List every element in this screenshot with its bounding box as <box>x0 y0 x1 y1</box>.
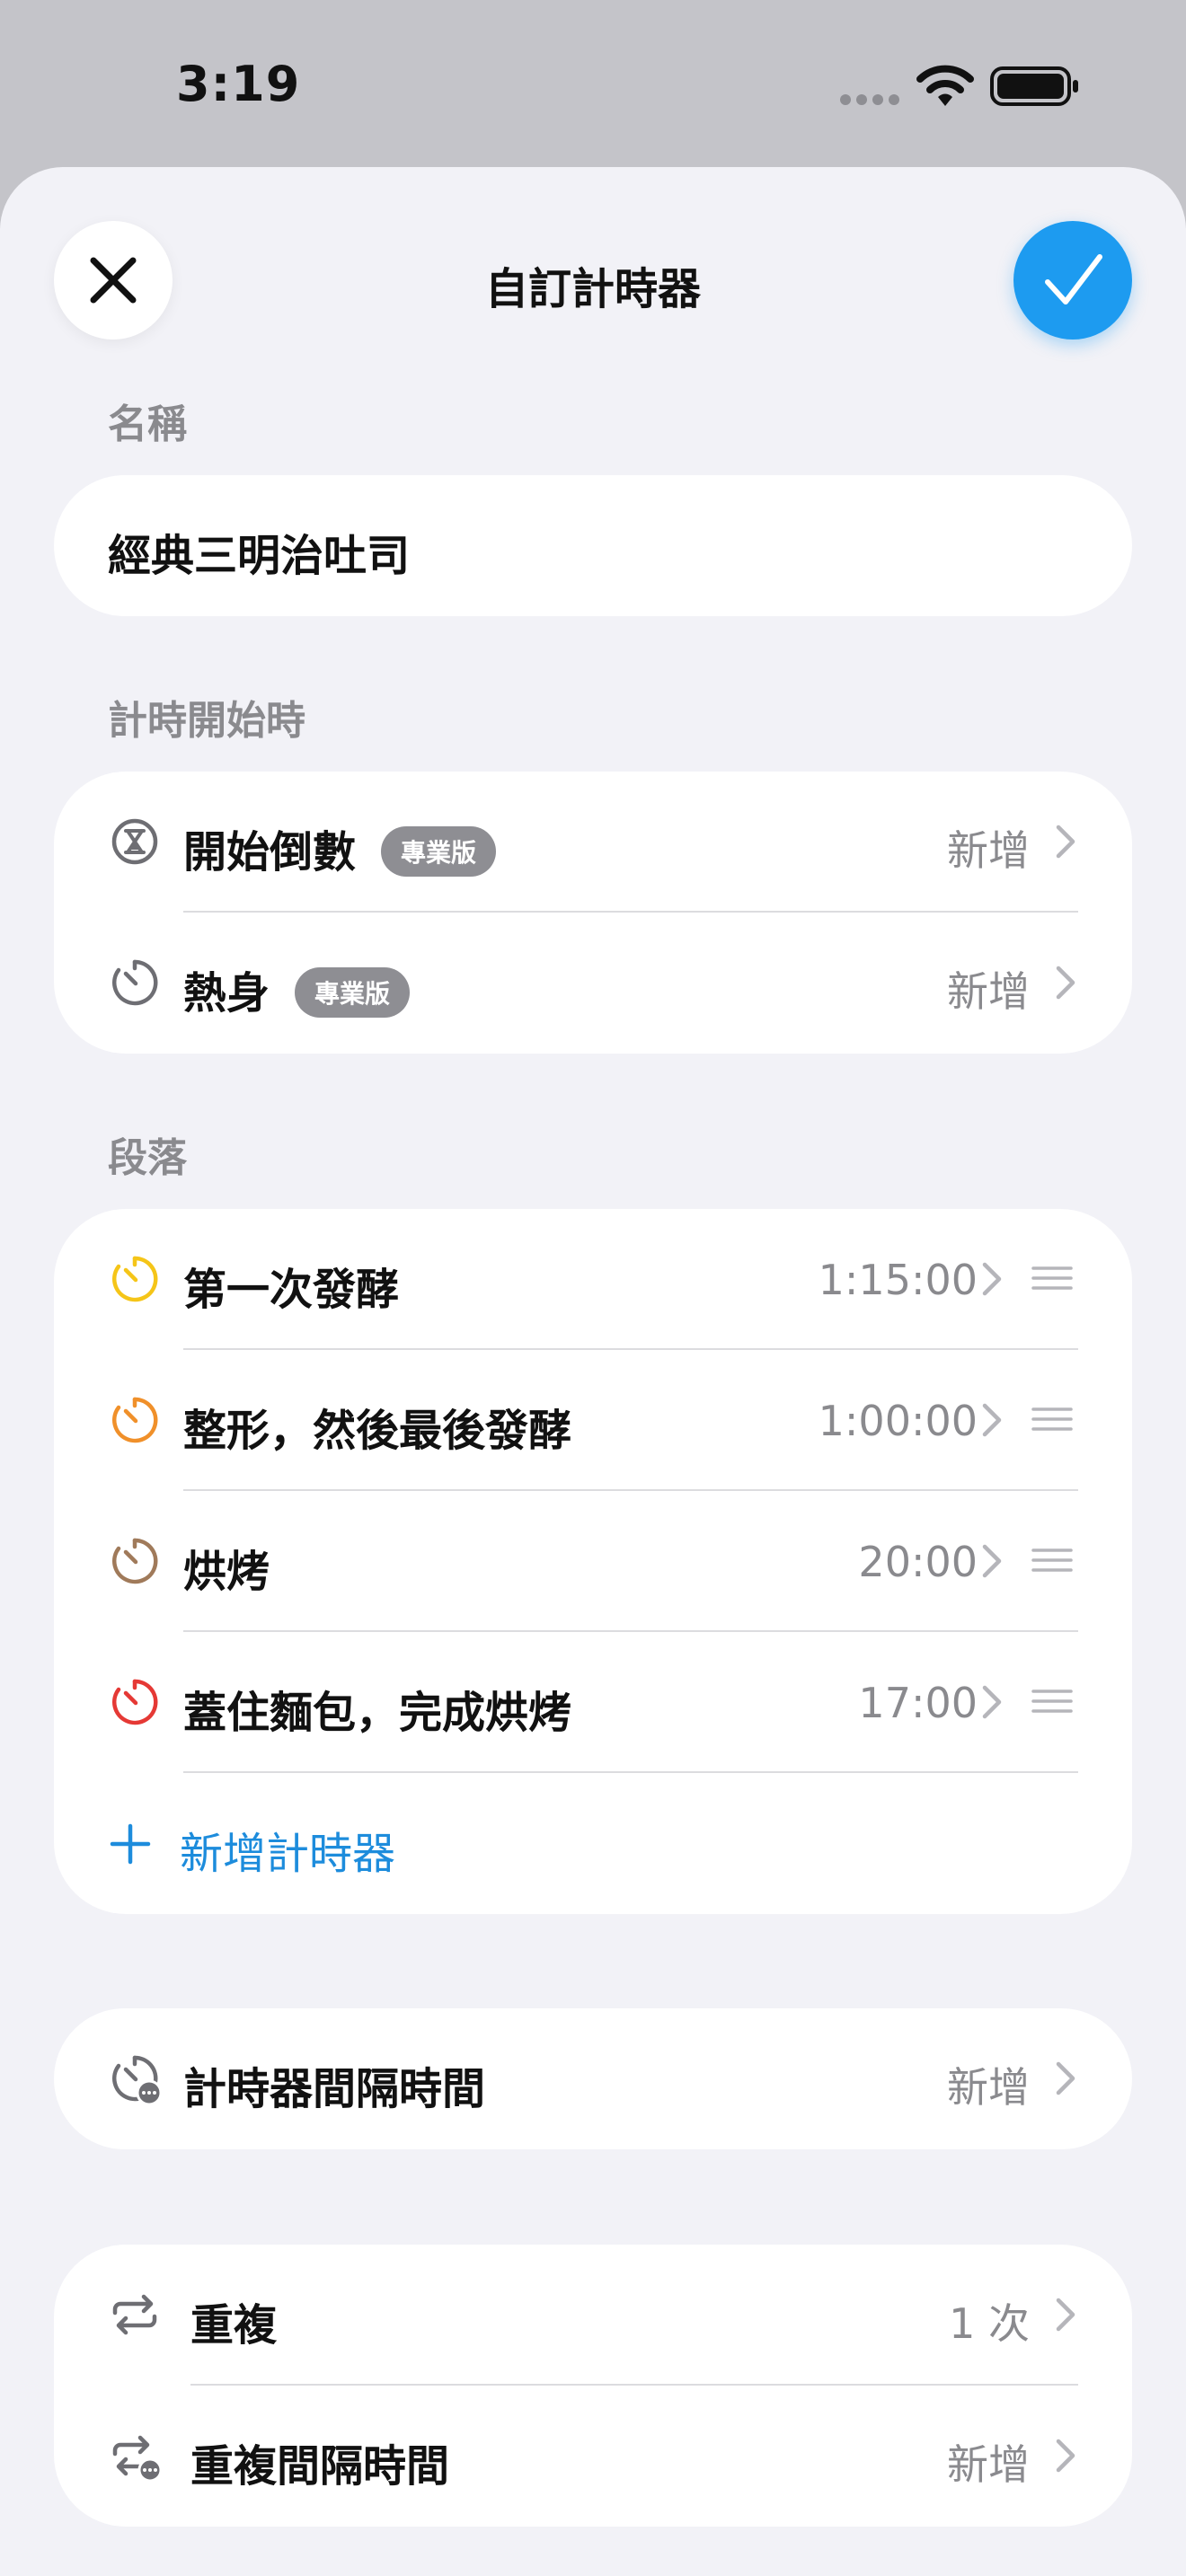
drag-handle-icon[interactable] <box>1031 1688 1073 1715</box>
segment-row[interactable]: 第一次發酵 1:15:00 <box>54 1209 1132 1350</box>
done-button[interactable] <box>1013 221 1132 340</box>
repeat-interval-icon <box>112 2435 162 2483</box>
repeat-row[interactable]: 重複 1 次 <box>54 2245 1132 2386</box>
custom-timer-sheet: 自訂計時器 名稱 經典三明治吐司 計時開始時 開始倒數 專業版 新增 熱身 專業… <box>0 167 1186 2576</box>
repeat-card: 重複 1 次 重複間隔時間 新增 <box>54 2245 1132 2527</box>
status-bar: 3:19 <box>0 0 1186 171</box>
hourglass-icon <box>111 818 158 865</box>
chevron-right-icon <box>982 1685 1002 1719</box>
chevron-right-icon <box>1056 966 1075 1000</box>
name-section-label: 名稱 <box>108 401 187 447</box>
status-time: 3:19 <box>176 56 301 112</box>
stopwatch-icon <box>112 959 158 1006</box>
countdown-value: 新增 <box>947 826 1030 875</box>
segment-duration: 17:00 <box>858 1679 978 1727</box>
timer-interval-row[interactable]: 計時器間隔時間 新增 <box>54 2008 1132 2149</box>
timer-interval-label: 計時器間隔時間 <box>183 2064 486 2114</box>
segment-row[interactable]: 整形，然後最後發酵 1:00:00 <box>54 1350 1132 1491</box>
segment-label: 蓋住麵包，完成烘烤 <box>183 1688 572 1738</box>
warmup-label: 熱身 專業版 <box>183 957 411 1021</box>
warmup-text: 熱身 <box>183 968 270 1019</box>
segment-label: 烘烤 <box>183 1547 270 1597</box>
countdown-label: 開始倒數 專業版 <box>183 816 497 880</box>
warmup-value: 新增 <box>947 967 1030 1016</box>
drag-handle-icon[interactable] <box>1031 1265 1073 1292</box>
plus-icon <box>110 1823 151 1865</box>
segments-card: 第一次發酵 1:15:00 整形，然後最後發酵 1:00:00 烘烤 20:00… <box>54 1209 1132 1914</box>
countdown-row[interactable]: 開始倒數 專業版 新增 <box>54 772 1132 913</box>
chevron-right-icon <box>982 1403 1002 1437</box>
segments-section-label: 段落 <box>108 1135 187 1181</box>
segment-label: 第一次發酵 <box>183 1265 400 1315</box>
timer-icon <box>112 1538 158 1584</box>
pro-badge: 專業版 <box>295 967 411 1018</box>
name-field[interactable]: 經典三明治吐司 <box>54 475 1132 616</box>
chevron-right-icon <box>1056 825 1075 859</box>
segment-duration: 1:00:00 <box>818 1397 978 1445</box>
countdown-text: 開始倒數 <box>183 827 357 878</box>
repeat-interval-value: 新增 <box>947 2440 1030 2489</box>
timer-icon <box>112 1397 158 1443</box>
chevron-right-icon <box>982 1262 1002 1296</box>
chevron-right-icon <box>1056 2298 1075 2332</box>
repeat-icon <box>112 2294 157 2335</box>
repeat-value: 1 次 <box>949 2299 1030 2348</box>
wifi-icon <box>916 65 974 106</box>
name-value[interactable]: 經典三明治吐司 <box>108 520 410 583</box>
segment-row[interactable]: 蓋住麵包，完成烘烤 17:00 <box>54 1632 1132 1773</box>
repeat-interval-label: 重複間隔時間 <box>190 2441 450 2492</box>
add-timer-button[interactable]: 新增計時器 <box>54 1773 1132 1914</box>
page-title: 自訂計時器 <box>484 264 701 314</box>
repeat-interval-row[interactable]: 重複間隔時間 新增 <box>54 2386 1132 2527</box>
pro-badge: 專業版 <box>381 826 497 877</box>
chevron-right-icon <box>1056 2061 1075 2095</box>
repeat-label: 重複 <box>190 2300 278 2351</box>
segment-duration: 1:15:00 <box>818 1256 978 1304</box>
drag-handle-icon[interactable] <box>1031 1406 1073 1433</box>
drag-handle-icon[interactable] <box>1031 1547 1073 1574</box>
battery-icon <box>990 66 1078 106</box>
chevron-right-icon <box>982 1544 1002 1578</box>
interval-card: 計時器間隔時間 新增 <box>54 2008 1132 2149</box>
interval-timer-icon <box>112 2055 162 2105</box>
timer-icon <box>112 1679 158 1725</box>
add-timer-label: 新增計時器 <box>180 1829 396 1879</box>
segment-label: 整形，然後最後發酵 <box>183 1406 572 1456</box>
segment-duration: 20:00 <box>858 1538 978 1586</box>
cellular-signal-icon <box>840 92 905 109</box>
timer-icon <box>112 1256 158 1302</box>
segment-row[interactable]: 烘烤 20:00 <box>54 1491 1132 1632</box>
warmup-row[interactable]: 熱身 專業版 新增 <box>54 913 1132 1054</box>
start-section-label: 計時開始時 <box>108 698 305 744</box>
timer-interval-value: 新增 <box>947 2063 1030 2112</box>
start-card: 開始倒數 專業版 新增 熱身 專業版 新增 <box>54 772 1132 1054</box>
checkmark-icon <box>1045 254 1102 304</box>
chevron-right-icon <box>1056 2439 1075 2473</box>
